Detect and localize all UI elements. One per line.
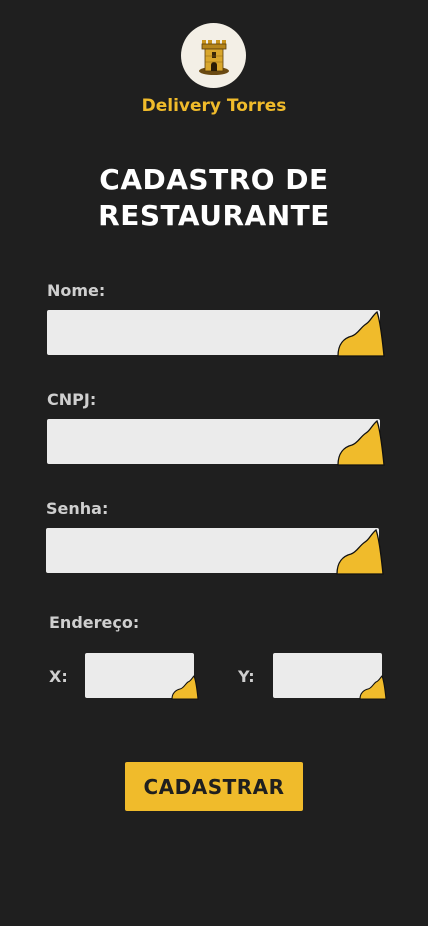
page-title-line1: CADASTRO DE (99, 163, 329, 196)
field-corner-decoration-icon (337, 419, 385, 466)
password-label: Senha: (46, 499, 109, 518)
x-field-box (85, 653, 199, 700)
password-field[interactable] (46, 528, 379, 573)
cnpj-field[interactable] (47, 419, 380, 464)
name-field[interactable] (47, 310, 380, 355)
field-corner-decoration-icon (336, 528, 384, 575)
x-label: X: (49, 667, 68, 686)
page-title: CADASTRO DE RESTAURANTE (0, 162, 428, 234)
brand-name: Delivery Torres (141, 96, 287, 116)
name-field-box (47, 310, 385, 357)
brand-logo (181, 23, 246, 88)
y-label: Y: (238, 667, 255, 686)
password-field-box (46, 528, 384, 575)
address-label: Endereço: (49, 613, 140, 632)
cnpj-field-box (47, 419, 385, 466)
name-label: Nome: (47, 281, 106, 300)
field-corner-decoration-icon (359, 675, 387, 700)
submit-button[interactable]: CADASTRAR (125, 762, 303, 811)
field-corner-decoration-icon (337, 310, 385, 357)
field-corner-decoration-icon (171, 675, 199, 700)
page-title-line2: RESTAURANTE (98, 199, 330, 232)
tower-icon (198, 39, 229, 75)
cnpj-label: CNPJ: (47, 390, 97, 409)
y-field-box (273, 653, 387, 700)
